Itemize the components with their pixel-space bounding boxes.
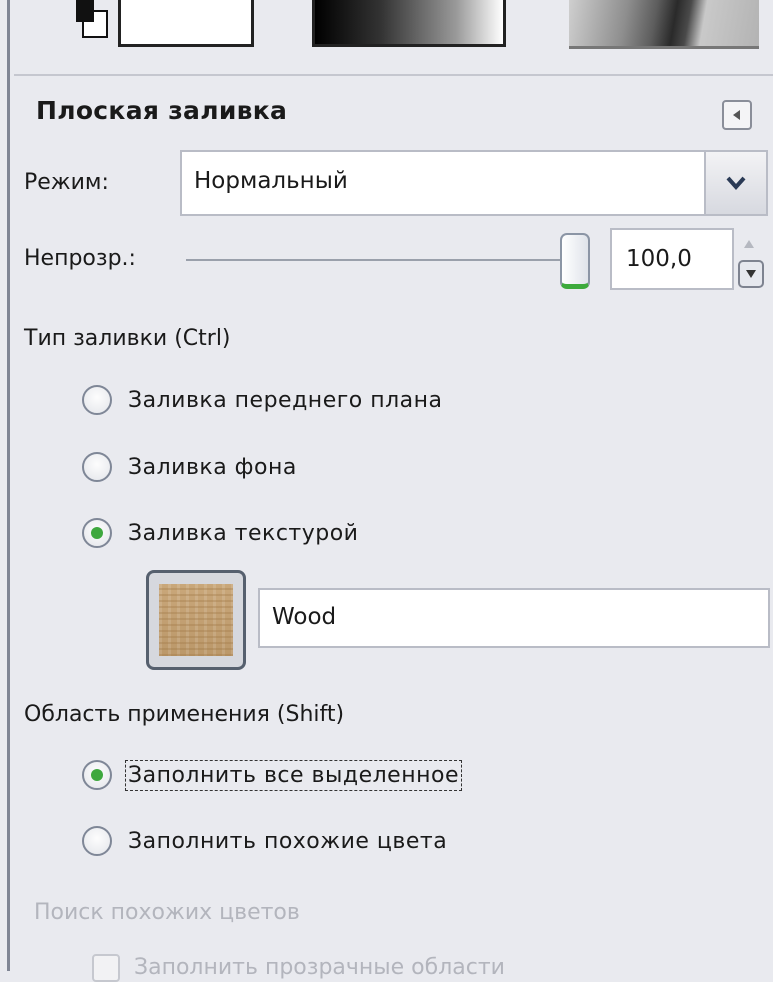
radio-button-selected[interactable] bbox=[82, 760, 112, 790]
arrow-down-icon bbox=[746, 270, 756, 278]
brush-pattern-gradient-strip bbox=[14, 0, 773, 74]
radio-bg-fill[interactable]: Заливка фона bbox=[82, 452, 297, 482]
radio-fill-selection[interactable]: Заполнить все выделенное bbox=[82, 759, 462, 791]
mode-select[interactable]: Нормальный bbox=[180, 150, 768, 216]
chevron-down-button[interactable] bbox=[704, 152, 766, 214]
collapse-button[interactable] bbox=[722, 100, 752, 130]
pattern-name: Wood bbox=[272, 604, 337, 630]
radio-fill-similar[interactable]: Заполнить похожие цвета bbox=[82, 826, 447, 856]
arrow-up-icon bbox=[744, 240, 754, 248]
image-preview[interactable] bbox=[569, 0, 759, 49]
radio-dot bbox=[91, 527, 103, 539]
radio-fg-fill[interactable]: Заливка переднего плана bbox=[82, 385, 443, 415]
spin-down-button[interactable] bbox=[738, 260, 764, 288]
radio-button-selected[interactable] bbox=[82, 518, 112, 548]
wood-pattern-thumbnail bbox=[159, 584, 233, 656]
pattern-name-field[interactable]: Wood bbox=[258, 588, 770, 648]
radio-label: Заливка переднего плана bbox=[128, 387, 443, 413]
opacity-slider-handle[interactable] bbox=[560, 233, 590, 289]
fill-transparent-checkbox[interactable] bbox=[92, 954, 120, 982]
radio-dot bbox=[91, 769, 103, 781]
opacity-spin-buttons[interactable] bbox=[736, 230, 766, 290]
radio-label: Заливка текстурой bbox=[128, 520, 359, 546]
foreground-color-swatch[interactable] bbox=[76, 0, 94, 22]
brush-preview[interactable] bbox=[118, 0, 254, 47]
similar-colors-label: Поиск похожих цветов bbox=[34, 900, 300, 925]
radio-label: Заполнить все выделенное bbox=[125, 759, 462, 791]
divider bbox=[14, 74, 773, 76]
triangle-left-icon bbox=[733, 110, 740, 120]
affected-area-label: Область применения (Shift) bbox=[24, 702, 345, 727]
opacity-value: 100,0 bbox=[626, 246, 692, 272]
radio-pattern-fill[interactable]: Заливка текстурой bbox=[82, 518, 358, 548]
gradient-preview[interactable] bbox=[312, 0, 506, 47]
mode-value: Нормальный bbox=[194, 168, 348, 194]
fill-transparent-label: Заполнить прозрачные области bbox=[134, 955, 505, 980]
opacity-input[interactable]: 100,0 bbox=[610, 228, 734, 290]
radio-button[interactable] bbox=[82, 452, 112, 482]
fg-bg-colors-icon[interactable] bbox=[62, 0, 122, 46]
radio-button[interactable] bbox=[82, 826, 112, 856]
mode-label: Режим: bbox=[24, 170, 109, 195]
radio-button[interactable] bbox=[82, 385, 112, 415]
fill-type-label: Тип заливки (Ctrl) bbox=[24, 326, 231, 351]
dock-left-border bbox=[0, 0, 14, 971]
chevron-down-icon bbox=[726, 176, 746, 191]
panel-title: Плоская заливка bbox=[36, 96, 288, 125]
spin-up-button[interactable] bbox=[738, 232, 760, 256]
radio-label: Заполнить похожие цвета bbox=[128, 828, 448, 854]
radio-label: Заливка фона bbox=[128, 454, 297, 480]
opacity-label: Непрозр.: bbox=[24, 246, 136, 271]
pattern-select-button[interactable] bbox=[146, 570, 246, 670]
opacity-slider-track[interactable] bbox=[186, 259, 562, 261]
